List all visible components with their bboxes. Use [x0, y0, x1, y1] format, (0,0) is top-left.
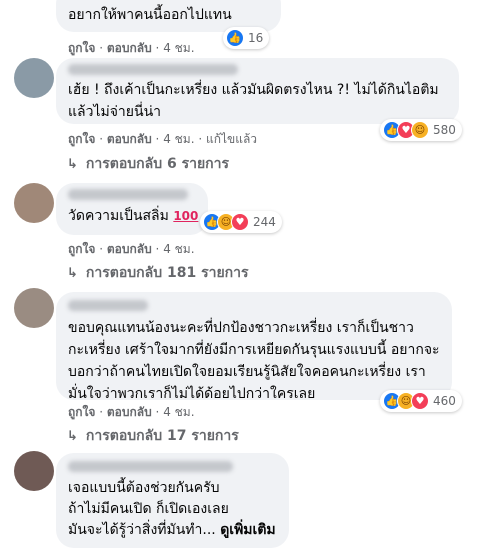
hundred-points-emoji: 100	[173, 209, 199, 223]
view-replies-link[interactable]: ↳ การตอบกลับ 17 รายการ	[67, 425, 239, 447]
comment-text: บอกว่าถ้าคนไทยเปิดใจยอมเรียนรู้นิสัยใจคอ…	[68, 364, 426, 380]
reaction-summary[interactable]: 👍 ☺ ♥ 460	[380, 390, 462, 412]
like-link[interactable]: ถูกใจ	[68, 41, 95, 55]
timestamp[interactable]: 4 ชม.	[163, 132, 194, 146]
timestamp[interactable]: 4 ชม.	[163, 41, 194, 55]
timestamp[interactable]: 4 ชม.	[163, 242, 194, 256]
view-replies-link[interactable]: ↳ การตอบกลับ 6 รายการ	[67, 153, 229, 175]
view-replies-link[interactable]: ↳ การตอบกลับ 181 รายการ	[67, 262, 249, 284]
reply-arrow-icon: ↳	[67, 428, 78, 444]
reply-link[interactable]: ตอบกลับ	[107, 242, 152, 256]
comment-text: เจอแบบนี้ต้องช่วยกันครับ	[68, 480, 220, 496]
reply-arrow-icon: ↳	[67, 265, 78, 281]
author-name[interactable]	[68, 461, 233, 472]
reaction-count: 580	[433, 123, 456, 137]
comment-bubble: เฮ้ย ! ถึงเค้าเป็นกะเหรี่ยง แล้วมันผิดตร…	[56, 58, 459, 124]
love-icon: ♥	[411, 392, 429, 410]
author-name[interactable]	[68, 189, 188, 200]
reaction-summary[interactable]: 👍 ♥ ☺ 580	[380, 119, 462, 141]
comment-text: อยากให้พาคนนี้ออกไปแทน	[68, 7, 232, 23]
reply-arrow-icon: ↳	[67, 156, 78, 172]
comment-text: ขอบคุณแทนน้องนะคะที่ปกป้องชาวกะเหรี่ยง เ…	[68, 320, 414, 336]
like-link[interactable]: ถูกใจ	[68, 242, 95, 256]
comment-actions: ถูกใจ · ตอบกลับ · 4 ชม.	[68, 41, 195, 55]
reaction-count: 16	[248, 31, 264, 45]
haha-icon: ☺	[411, 121, 429, 139]
replies-label: การตอบกลับ 6 รายการ	[85, 156, 230, 172]
timestamp[interactable]: 4 ชม.	[163, 405, 194, 419]
reaction-summary[interactable]: 👍 ☺ ♥ 244	[200, 211, 282, 233]
reaction-count: 244	[253, 215, 276, 229]
comment-text: วัดความเป็นสลิ่ม 100	[68, 205, 198, 227]
comment-bubble: ขอบคุณแทนน้องนะคะที่ปกป้องชาวกะเหรี่ยง เ…	[56, 292, 452, 402]
reply-link[interactable]: ตอบกลับ	[107, 405, 152, 419]
comment-actions: ถูกใจ · ตอบกลับ · 4 ชม.	[68, 405, 195, 419]
comment-text: แล้วไม่จ่ายนี่น่า	[68, 104, 162, 120]
reaction-count: 460	[433, 394, 456, 408]
comment-bubble: เจอแบบนี้ต้องช่วยกันครับ ถ้าไม่มีคนเปิด …	[56, 453, 289, 548]
edited-label[interactable]: แก้ไขแล้ว	[206, 132, 257, 146]
like-icon: 👍	[226, 29, 244, 47]
comment-text: กะเหรี่ยง เศร้าใจมากที่ยังมีการเหยียดกัน…	[68, 342, 440, 358]
reaction-summary[interactable]: 👍 16	[223, 27, 270, 49]
replies-label: การตอบกลับ 17 รายการ	[85, 428, 239, 444]
comment-text-content: มันจะได้รู้ว่าสิ่งที่มันทำ...	[68, 522, 216, 538]
reply-link[interactable]: ตอบกลับ	[107, 41, 152, 55]
reply-link[interactable]: ตอบกลับ	[107, 132, 152, 146]
avatar[interactable]	[14, 451, 54, 491]
love-icon: ♥	[231, 213, 249, 231]
see-more-link[interactable]: ดูเพิ่มเติม	[220, 522, 275, 538]
comment-text: มั่นใจว่าพวกเราก็ไม่ได้ด้อยไปกว่าใครเลย	[68, 386, 316, 402]
avatar[interactable]	[14, 183, 54, 223]
comment-actions: ถูกใจ · ตอบกลับ · 4 ชม. · แก้ไขแล้ว	[68, 132, 258, 146]
comment-text-content: วัดความเป็นสลิ่ม	[68, 208, 169, 224]
comment-actions: ถูกใจ · ตอบกลับ · 4 ชม.	[68, 242, 195, 256]
comment-text: เฮ้ย ! ถึงเค้าเป็นกะเหรี่ยง แล้วมันผิดตร…	[68, 82, 439, 98]
author-name[interactable]	[68, 64, 238, 75]
comment-text: มันจะได้รู้ว่าสิ่งที่มันทำ... ดูเพิ่มเติ…	[68, 519, 276, 541]
like-link[interactable]: ถูกใจ	[68, 132, 95, 146]
avatar[interactable]	[14, 58, 54, 98]
avatar[interactable]	[14, 288, 54, 328]
comment-bubble: วัดความเป็นสลิ่ม 100	[56, 183, 208, 235]
comment-text: ถ้าไม่มีคนเปิด ก็เปิดเองเลย	[68, 501, 229, 517]
author-name[interactable]	[68, 300, 148, 311]
replies-label: การตอบกลับ 181 รายการ	[85, 265, 249, 281]
like-link[interactable]: ถูกใจ	[68, 405, 95, 419]
